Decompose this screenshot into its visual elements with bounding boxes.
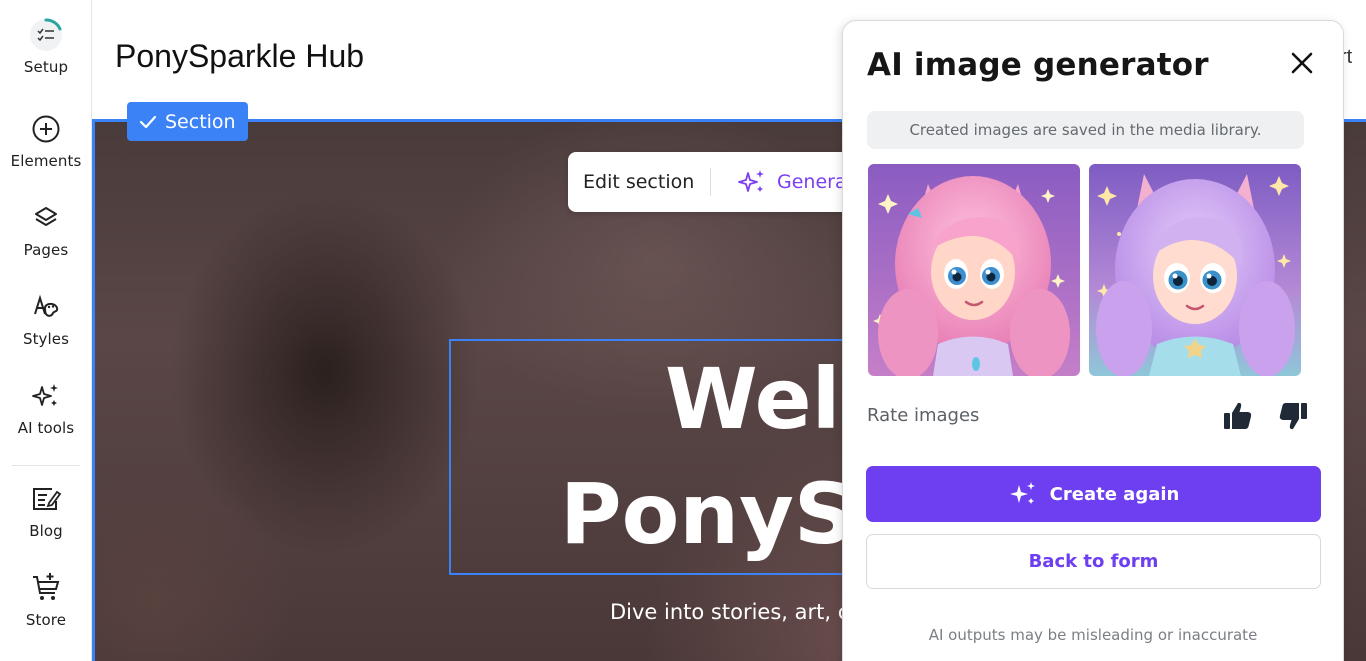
generate-button[interactable]: Genera xyxy=(711,167,847,197)
thumbs-up-button[interactable] xyxy=(1221,399,1255,433)
sidebar-item-elements[interactable]: Elements xyxy=(0,112,92,170)
check-icon xyxy=(139,115,157,128)
sidebar-item-pages[interactable]: Pages xyxy=(0,201,92,259)
panel-title: AI image generator xyxy=(867,47,1209,83)
ai-disclaimer: AI outputs may be misleading or inaccura… xyxy=(928,626,1258,644)
blog-edit-icon xyxy=(29,482,63,516)
rate-images-label: Rate images xyxy=(867,405,980,426)
sidebar-item-label: AI tools xyxy=(17,419,75,437)
setup-checklist-icon xyxy=(29,18,63,52)
hero-heading-line2: PonyS xyxy=(560,465,855,563)
sidebar-item-label: Styles xyxy=(22,330,70,348)
website-editor: Setup Elements Pages Styles AI tools Blo… xyxy=(0,0,1366,661)
ai-image-generator-panel: AI image generator Created images are sa… xyxy=(842,20,1344,661)
sparkles-icon xyxy=(738,170,764,192)
generate-label: Genera xyxy=(777,171,847,193)
thumbs-down-button[interactable] xyxy=(1276,399,1310,433)
create-again-button[interactable]: Create again xyxy=(866,466,1321,522)
back-to-form-button[interactable]: Back to form xyxy=(866,534,1321,589)
sidebar-item-store[interactable]: Store xyxy=(0,571,92,629)
sidebar-item-setup[interactable]: Setup xyxy=(0,18,92,76)
sidebar-item-label: Elements xyxy=(10,152,82,170)
sidebar-item-label: Store xyxy=(25,611,67,629)
close-icon xyxy=(1291,52,1313,74)
sidebar-divider xyxy=(12,465,80,466)
layers-icon xyxy=(29,201,63,235)
edit-section-button[interactable]: Edit section xyxy=(568,171,710,193)
sparkles-icon xyxy=(1009,482,1035,504)
sparkles-icon xyxy=(29,379,63,413)
sidebar-item-label: Pages xyxy=(23,241,69,259)
section-toolbar: Edit section Genera xyxy=(568,152,858,212)
close-button[interactable] xyxy=(1288,49,1316,77)
media-library-notice: Created images are saved in the media li… xyxy=(867,111,1304,149)
thumbs-up-icon xyxy=(1224,402,1252,429)
generated-image-1[interactable] xyxy=(868,164,1080,376)
sidebar-item-label: Setup xyxy=(23,58,69,76)
sidebar-item-blog[interactable]: Blog xyxy=(0,482,92,540)
left-sidebar: Setup Elements Pages Styles AI tools Blo… xyxy=(0,0,92,661)
hero-subtitle: Dive into stories, art, c xyxy=(610,600,850,624)
cart-plus-icon xyxy=(29,571,63,605)
section-badge-label: Section xyxy=(165,110,236,133)
sidebar-item-label: Blog xyxy=(29,522,63,540)
sidebar-item-ai-tools[interactable]: AI tools xyxy=(0,379,92,437)
sidebar-item-styles[interactable]: Styles xyxy=(0,290,92,348)
create-again-label: Create again xyxy=(1049,483,1180,505)
plus-circle-icon xyxy=(29,112,63,146)
site-title[interactable]: PonySparkle Hub xyxy=(115,38,364,75)
palette-icon xyxy=(29,290,63,324)
section-selection-badge[interactable]: Section xyxy=(127,102,248,141)
generated-image-2[interactable] xyxy=(1089,164,1301,376)
thumbs-down-icon xyxy=(1279,403,1307,430)
